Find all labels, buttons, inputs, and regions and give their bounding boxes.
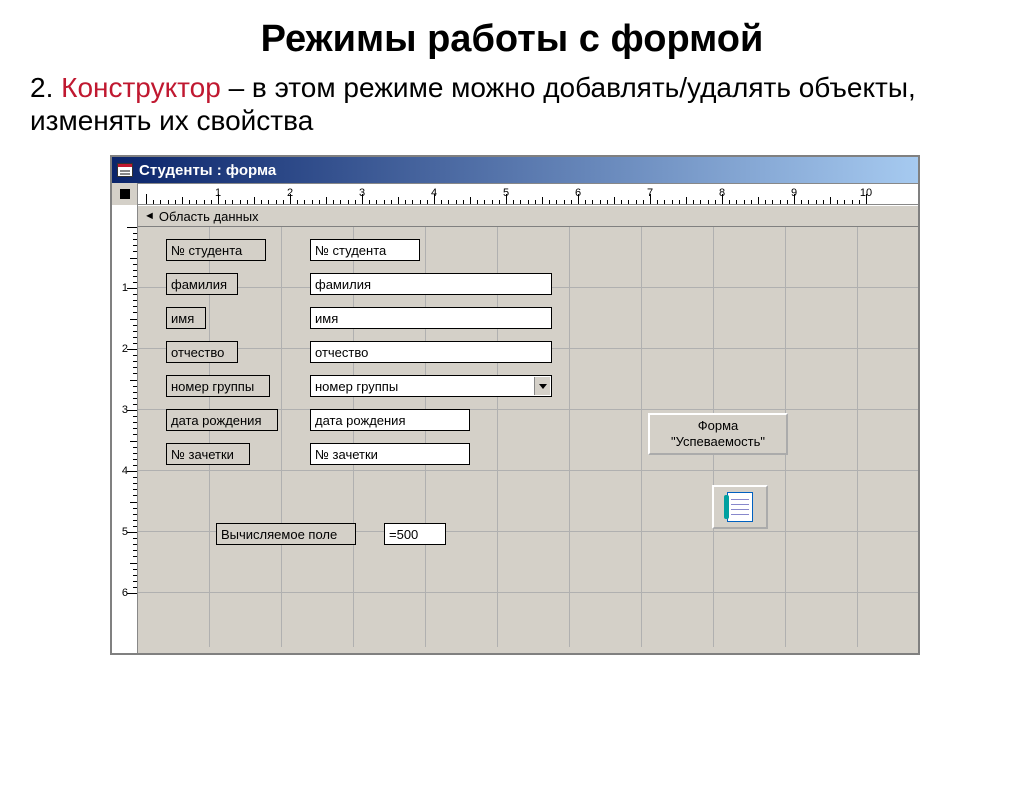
vertical-ruler[interactable]: 1 2 3 4 5 6 [112,205,138,653]
textbox-field[interactable]: отчество [310,341,552,363]
section-header-label: Область данных [159,209,259,224]
section-header-detail[interactable]: ◄ Область данных [138,205,918,227]
textbox-field[interactable]: № студента [310,239,420,261]
dropdown-icon[interactable] [534,377,550,395]
ruler-number: 3 [122,404,128,416]
horizontal-ruler-row: 1 2 3 4 5 6 7 8 9 10 [112,183,918,205]
ruler-number: 2 [287,187,293,199]
ruler-number: 1 [122,282,128,294]
section-bullet-icon: ◄ [144,210,155,222]
form-icon [117,163,133,177]
field-label[interactable]: фамилия [166,273,238,295]
term-highlight: Конструктор [61,72,221,103]
subform-button[interactable]: Форма"Успеваемость" [648,413,788,455]
select-all-square[interactable] [120,189,130,199]
field-label[interactable]: имя [166,307,206,329]
ruler-number: 7 [647,187,653,199]
calc-field[interactable]: =500 [384,523,446,545]
ruler-number: 6 [122,587,128,599]
field-label[interactable]: номер группы [166,375,270,397]
ruler-corner[interactable] [112,183,138,205]
ruler-number: 8 [719,187,725,199]
combo-field[interactable]: номер группы [310,375,552,397]
detail-section[interactable]: № студента № студента фамилия фамилия имя имя… [138,227,918,647]
ruler-number: 1 [215,187,221,199]
form-designer-window: Студенты : форма 1 2 3 4 5 6 7 8 9 10 1 2 3 4 5 6 ◄ Об… [110,155,920,655]
window-titlebar[interactable]: Студенты : форма [112,157,918,183]
icon-button[interactable] [712,485,768,529]
ruler-number: 10 [860,187,872,199]
item-number: 2. [30,72,53,103]
window-title: Студенты : форма [139,162,276,179]
textbox-field[interactable]: имя [310,307,552,329]
textbox-field[interactable]: № зачетки [310,443,470,465]
ruler-number: 3 [359,187,365,199]
field-label[interactable]: отчество [166,341,238,363]
ruler-number: 4 [122,465,128,477]
textbox-field[interactable]: фамилия [310,273,552,295]
ruler-number: 5 [503,187,509,199]
notebook-icon [727,492,753,522]
slide-title: Режимы работы с формой [0,18,1024,61]
field-label[interactable]: № зачетки [166,443,250,465]
ruler-number: 6 [575,187,581,199]
slide-description: 2. Конструктор – в этом режиме можно доб… [30,71,994,137]
horizontal-ruler[interactable]: 1 2 3 4 5 6 7 8 9 10 [138,183,918,204]
design-area: ◄ Область данных № студента № студента фам… [138,205,918,653]
ruler-number: 9 [791,187,797,199]
ruler-number: 4 [431,187,437,199]
ruler-number: 5 [122,526,128,538]
field-label[interactable]: № студента [166,239,266,261]
calc-field-label[interactable]: Вычисляемое поле [216,523,356,545]
field-label[interactable]: дата рождения [166,409,278,431]
ruler-number: 2 [122,343,128,355]
textbox-field[interactable]: дата рождения [310,409,470,431]
